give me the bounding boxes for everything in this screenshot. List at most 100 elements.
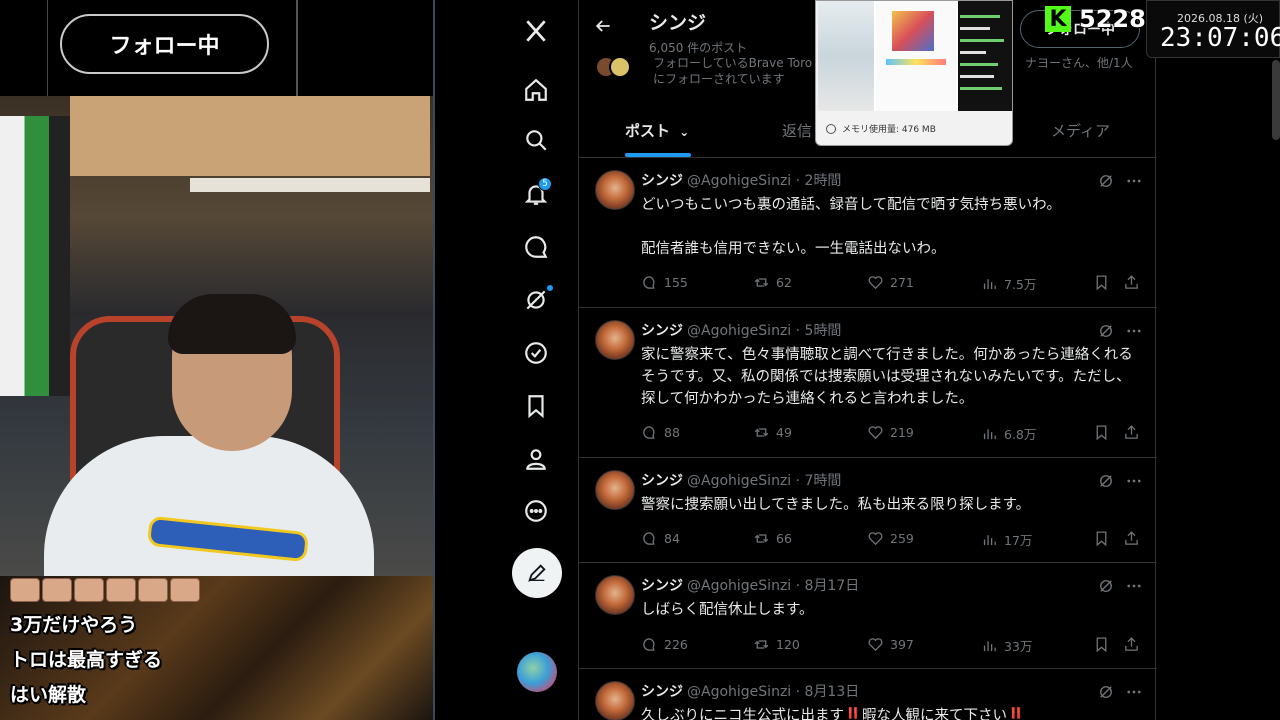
profile-icon[interactable] xyxy=(517,440,555,478)
followed-by-text[interactable]: フォローしているBrave Toro xyxy=(653,54,812,71)
thumbnail-chat-line xyxy=(960,15,1000,18)
view-count: 33万 xyxy=(1004,639,1033,654)
webcam-feed xyxy=(0,96,433,576)
bookmark-button[interactable] xyxy=(1093,636,1116,653)
reply-count: 84 xyxy=(664,531,680,546)
avatar[interactable] xyxy=(595,470,635,510)
repost-button[interactable]: 49 xyxy=(753,424,792,441)
views-chart-icon xyxy=(983,535,996,546)
bookmarks-icon[interactable] xyxy=(517,387,555,425)
side-info-column xyxy=(0,0,48,96)
bookmark-button[interactable] xyxy=(1093,274,1116,291)
author-name[interactable]: シンジ xyxy=(641,578,683,594)
share-button[interactable] xyxy=(1123,274,1146,291)
compose-post-button[interactable] xyxy=(512,548,562,598)
more-options-icon[interactable] xyxy=(1125,577,1143,595)
like-button[interactable]: 397 xyxy=(867,636,914,653)
more-options-icon[interactable] xyxy=(1125,322,1143,340)
tab-media[interactable]: メディア xyxy=(1051,120,1110,141)
tab-replies[interactable]: 返信 xyxy=(782,120,812,141)
avatar[interactable] xyxy=(595,575,635,615)
emote-icon xyxy=(74,578,104,602)
more-icon[interactable] xyxy=(517,492,555,530)
more-options-icon[interactable] xyxy=(1125,472,1143,490)
bookmark-button[interactable] xyxy=(1093,530,1116,547)
author-handle[interactable]: @AgohigeSinzi · 8月17日 xyxy=(687,578,859,594)
thumbnail-image xyxy=(892,11,934,51)
repost-button[interactable]: 66 xyxy=(753,530,792,547)
author-name[interactable]: シンジ xyxy=(641,684,683,700)
avatar[interactable] xyxy=(595,170,635,210)
thumbnail-chat xyxy=(958,1,1012,111)
share-button[interactable] xyxy=(1123,530,1146,547)
avatar[interactable] xyxy=(595,681,635,720)
author-handle[interactable]: @AgohigeSinzi · 5時間 xyxy=(687,323,841,339)
tweet-text: どいつもこいつも裏の通話、録音して配信で晒す気持ち悪いわ。 配信者誰も信用できな… xyxy=(641,197,1062,257)
bookmark-button[interactable] xyxy=(1093,424,1116,441)
repost-icon xyxy=(754,534,769,543)
scrollbar[interactable] xyxy=(1272,60,1280,140)
views-button[interactable]: 7.5万 xyxy=(981,274,1036,293)
account-avatar[interactable] xyxy=(517,652,557,692)
share-button[interactable] xyxy=(1123,424,1146,441)
views-button[interactable]: 17万 xyxy=(981,530,1032,549)
tweet[interactable]: シンジ @AgohigeSinzi · 2時間 どいつもこいつも裏の通話、録音して… xyxy=(579,158,1157,308)
heart-icon xyxy=(868,532,883,546)
reply-button[interactable]: 88 xyxy=(641,424,680,441)
reply-button[interactable]: 84 xyxy=(641,530,680,547)
like-button[interactable]: 219 xyxy=(867,424,914,441)
x-logo-icon[interactable] xyxy=(517,12,555,50)
share-button[interactable] xyxy=(1123,636,1146,653)
tweet[interactable]: シンジ @AgohigeSinzi · 5時間 家に警察来て、色々事情聴取と調べて… xyxy=(579,308,1157,458)
tweet[interactable]: シンジ @AgohigeSinzi · 8月13日 久しぶりにニコ生公式に出ます‼… xyxy=(579,669,1157,720)
grok-icon[interactable] xyxy=(1097,172,1115,190)
emote-icon xyxy=(138,578,168,602)
repost-button[interactable]: 62 xyxy=(753,274,792,291)
views-button[interactable]: 6.8万 xyxy=(981,424,1036,443)
author-name[interactable]: シンジ xyxy=(641,323,683,339)
messages-icon[interactable] xyxy=(517,228,555,266)
viewer-counter: K 5228 xyxy=(1045,4,1146,34)
tweet-text: しばらく配信休止します。 xyxy=(641,602,814,618)
reply-button[interactable]: 226 xyxy=(641,636,688,653)
more-options-icon[interactable] xyxy=(1125,683,1143,701)
author-name[interactable]: シンジ xyxy=(641,173,683,189)
reply-button[interactable]: 155 xyxy=(641,274,688,291)
tweet-text: 久しぶりにニコ生公式に出ます‼️暇な人観に来て下さい‼️ xyxy=(641,708,1026,720)
tweet[interactable]: シンジ @AgohigeSinzi · 7時間 警察に捜索願い出してきました。私も… xyxy=(579,458,1157,563)
tweet-header: シンジ @AgohigeSinzi · 8月17日 xyxy=(641,575,859,595)
thumbnail-webcam xyxy=(818,1,874,111)
grok-icon[interactable] xyxy=(1097,577,1115,595)
author-name[interactable]: シンジ xyxy=(641,473,683,489)
home-icon[interactable] xyxy=(517,71,555,109)
tweet-actions: 155 62 271 7.5万 xyxy=(641,274,1151,294)
search-icon[interactable] xyxy=(517,121,555,159)
followed-by-text[interactable]: ナヨーさん、他/1人 xyxy=(1025,54,1133,71)
share-icon xyxy=(1125,637,1138,651)
author-handle[interactable]: @AgohigeSinzi · 8月13日 xyxy=(687,684,859,700)
avatar[interactable] xyxy=(595,320,635,360)
followers-you-know-avatars[interactable] xyxy=(595,56,631,78)
back-arrow-icon[interactable] xyxy=(593,16,619,42)
grok-icon[interactable] xyxy=(1097,683,1115,701)
grok-icon[interactable] xyxy=(1097,322,1115,340)
bookmark-icon xyxy=(1096,425,1107,441)
grok-notification-dot xyxy=(547,285,553,291)
tab-preview-popup[interactable]: メモリ使用量: 476 MB xyxy=(815,0,1013,146)
repost-button[interactable]: 120 xyxy=(753,636,800,653)
compose-icon xyxy=(528,564,546,582)
verified-icon[interactable] xyxy=(517,334,555,372)
sidebar-nav: 5 xyxy=(435,0,578,720)
like-button[interactable]: 271 xyxy=(867,274,914,291)
tweet[interactable]: シンジ @AgohigeSinzi · 8月17日 しばらく配信休止します。 22… xyxy=(579,563,1157,669)
author-handle[interactable]: @AgohigeSinzi · 7時間 xyxy=(687,473,841,489)
more-options-icon[interactable] xyxy=(1125,172,1143,190)
repost-icon xyxy=(754,278,769,287)
views-button[interactable]: 33万 xyxy=(981,636,1032,655)
thumbnail-chat-line xyxy=(960,51,986,54)
grok-icon[interactable] xyxy=(1097,472,1115,490)
author-handle[interactable]: @AgohigeSinzi · 2時間 xyxy=(687,173,841,189)
like-button[interactable]: 259 xyxy=(867,530,914,547)
followed-by-text[interactable]: にフォローされています xyxy=(653,70,785,87)
tab-posts[interactable]: ポスト ⌄ xyxy=(625,120,689,141)
